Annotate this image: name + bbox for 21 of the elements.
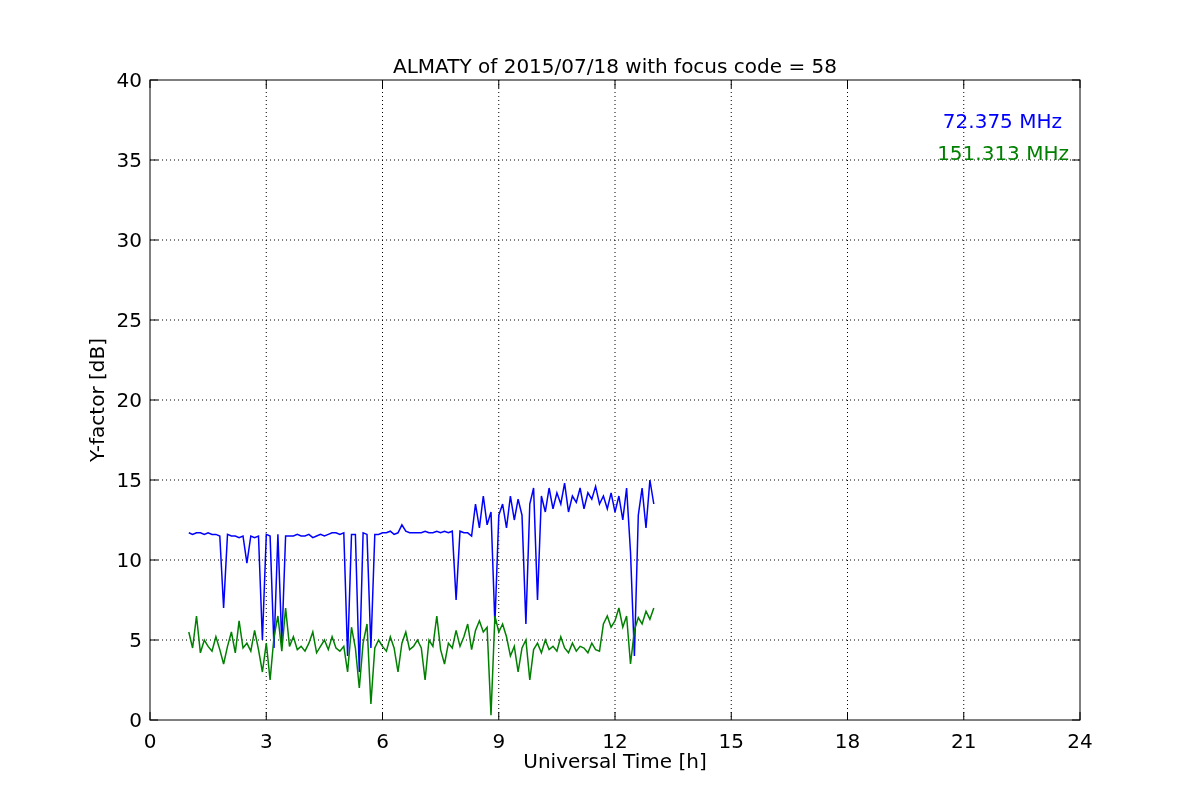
tick-label: 15 [718,729,744,753]
chart-title: ALMATY of 2015/07/18 with focus code = 58 [393,54,837,78]
tick-label: 21 [951,729,977,753]
tick-label: 35 [116,148,142,172]
tick-label: 25 [116,308,142,332]
tick-label: 20 [116,388,142,412]
tick-label: 40 [116,68,142,92]
tick-label: 15 [116,468,142,492]
tick-label: 0 [143,729,157,753]
tick-label: 0 [129,708,142,732]
tick-label: 6 [376,729,389,753]
tick-label: 3 [259,729,273,753]
tick-label: 5 [129,628,142,652]
tick-label: 9 [492,729,506,753]
legend-label: 151.313 MHz [937,141,1069,165]
tick-label: 30 [116,228,142,252]
tick-label: 10 [116,548,142,572]
tick-label: 24 [1067,729,1093,753]
legend-label: 72.375 MHz [942,109,1062,133]
tick-label: 18 [834,729,861,753]
y-axis-label: Y-factor [dB] [85,338,109,462]
